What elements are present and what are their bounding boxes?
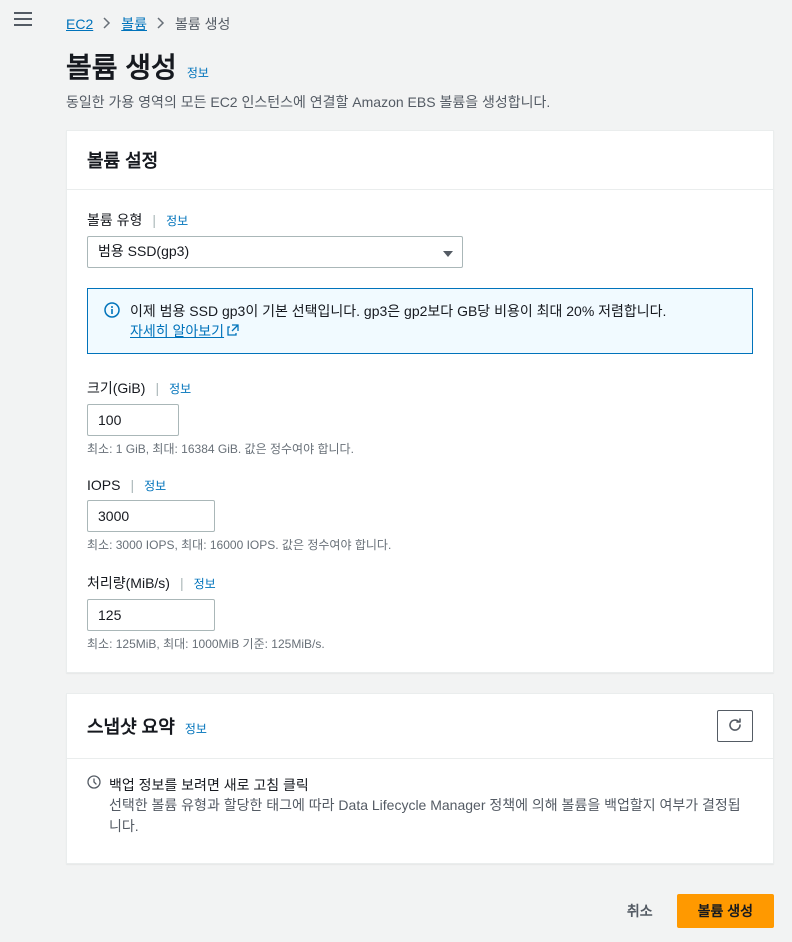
cancel-button[interactable]: 취소 [617, 895, 663, 927]
volume-type-label: 볼륨 유형 [87, 210, 142, 230]
breadcrumb-volumes[interactable]: 볼륨 [121, 14, 147, 34]
snapshot-info[interactable]: 정보 [185, 720, 207, 737]
info-icon [104, 302, 120, 321]
page-info-link[interactable]: 정보 [187, 64, 209, 81]
chevron-right-icon [103, 16, 111, 32]
snapshot-summary-panel: 스냅샷 요약 정보 백업 정보를 보려면 새로 고침 클릭 선택한 볼륨 유형과… [66, 693, 774, 864]
throughput-label: 처리량(MiB/s) [87, 573, 170, 593]
banner-text: 이제 범용 SSD gp3이 기본 선택입니다. gp3은 gp2보다 GB당 … [130, 303, 666, 319]
snapshot-title: 백업 정보를 보려면 새로 고침 클릭 [109, 775, 753, 795]
page-description: 동일한 가용 영역의 모든 EC2 인스턴스에 연결할 Amazon EBS 볼… [66, 92, 774, 112]
refresh-button[interactable] [717, 710, 753, 742]
breadcrumb-current: 볼륨 생성 [175, 14, 230, 34]
chevron-right-icon [157, 16, 165, 32]
iops-hint: 최소: 3000 IOPS, 최대: 16000 IOPS. 값은 정수여야 합… [87, 536, 753, 553]
gp3-info-banner: 이제 범용 SSD gp3이 기본 선택입니다. gp3은 gp2보다 GB당 … [87, 288, 753, 354]
size-input[interactable] [87, 404, 179, 436]
throughput-hint: 최소: 125MiB, 최대: 1000MiB 기준: 125MiB/s. [87, 635, 753, 652]
panel-title-settings: 볼륨 설정 [87, 147, 158, 173]
iops-info[interactable]: 정보 [144, 477, 166, 494]
volume-type-info[interactable]: 정보 [166, 212, 188, 229]
size-hint: 최소: 1 GiB, 최대: 16384 GiB. 값은 정수여야 합니다. [87, 440, 753, 457]
clock-icon [87, 775, 101, 792]
iops-input[interactable] [87, 500, 215, 532]
iops-label: IOPS [87, 477, 120, 493]
volume-type-select[interactable]: 범용 SSD(gp3) [87, 236, 463, 268]
volume-settings-panel: 볼륨 설정 볼륨 유형 | 정보 범용 SSD(gp3) [66, 130, 774, 673]
create-volume-button[interactable]: 볼륨 생성 [677, 894, 774, 928]
snapshot-desc: 선택한 볼륨 유형과 할당한 태그에 따라 Data Lifecycle Man… [109, 795, 753, 837]
hamburger-icon [14, 12, 32, 26]
breadcrumb: EC2 볼륨 볼륨 생성 [66, 14, 774, 34]
panel-title-snapshot: 스냅샷 요약 [87, 713, 175, 739]
learn-more-link[interactable]: 자세히 알아보기 [130, 321, 239, 341]
size-info[interactable]: 정보 [169, 380, 191, 397]
refresh-icon [727, 717, 743, 736]
throughput-input[interactable] [87, 599, 215, 631]
breadcrumb-ec2[interactable]: EC2 [66, 16, 93, 32]
throughput-info[interactable]: 정보 [194, 575, 216, 592]
size-label: 크기(GiB) [87, 378, 145, 398]
hamburger-menu[interactable] [14, 12, 32, 26]
footer-actions: 취소 볼륨 생성 [0, 884, 792, 942]
external-link-icon [227, 323, 239, 339]
page-title: 볼륨 생성 [66, 46, 177, 86]
